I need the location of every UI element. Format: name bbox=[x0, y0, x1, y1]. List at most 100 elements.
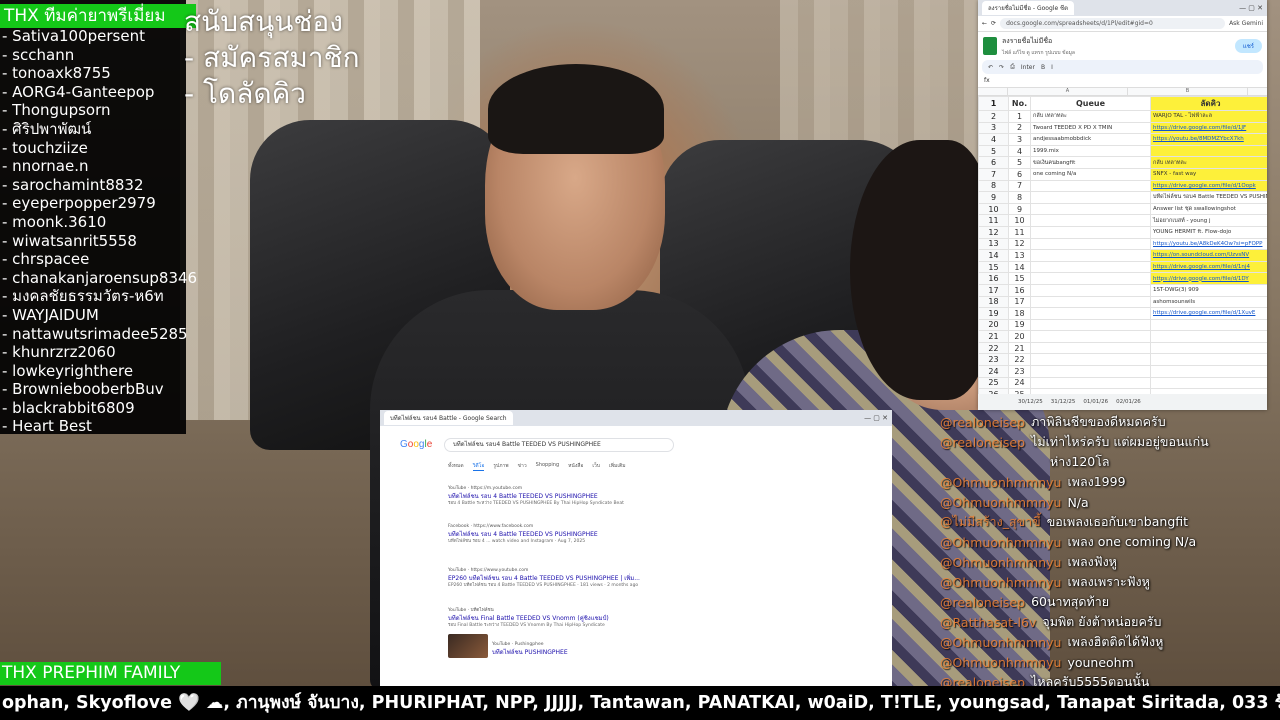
sheet-row[interactable]: 23 22 bbox=[978, 353, 1267, 367]
italic-icon[interactable]: I bbox=[1051, 64, 1053, 71]
sheet-row[interactable]: 11 10 ไม่อยากเบสท์ - young j bbox=[978, 214, 1267, 227]
cell-queue[interactable] bbox=[1030, 330, 1151, 343]
cell-no[interactable]: 20 bbox=[1008, 330, 1031, 343]
ask-gemini-button[interactable]: Ask Gemini bbox=[1229, 20, 1263, 27]
sheet-row[interactable]: 7 6 one coming N/a SNFX - fast way bbox=[978, 167, 1267, 181]
cell-song[interactable] bbox=[1150, 365, 1267, 378]
cell-song[interactable]: YOUNG HERMIT ft. Flow-dojo bbox=[1150, 225, 1267, 239]
cell-no[interactable]: 10 bbox=[1008, 214, 1031, 227]
cell-no[interactable]: 8 bbox=[1008, 191, 1031, 204]
cell-no[interactable]: 6 bbox=[1008, 167, 1031, 181]
cell-song[interactable]: ไม่อยากเบสท์ - young j bbox=[1150, 214, 1267, 227]
cell-queue[interactable]: Twoard TEEDED X PD X TMIN bbox=[1030, 121, 1151, 135]
cell-song[interactable]: https://youtu.be/8MDMZYbcX7kh bbox=[1150, 133, 1267, 146]
redo-icon[interactable]: ↷ bbox=[999, 64, 1004, 71]
result-title[interactable]: บทีดไฟล์ชน รอบ 4 Battle TEEDED VS PUSHIN… bbox=[448, 491, 668, 501]
sheet-row[interactable]: 12 11 YOUNG HERMIT ft. Flow-dojo bbox=[978, 225, 1267, 239]
sheet-row[interactable]: 4 3 andjessaabmobbdick https://youtu.be/8MD… bbox=[978, 133, 1267, 146]
sheet-row[interactable]: 18 17 ashomsounwils bbox=[978, 295, 1267, 309]
cell-song[interactable]: https://drive.google.com/file/d/1Oopk bbox=[1150, 179, 1267, 193]
back-icon[interactable]: ← bbox=[982, 20, 987, 27]
sheet-row[interactable]: 19 18 https://drive.google.com/file/d/1Xuv… bbox=[978, 307, 1267, 320]
cell-song[interactable]: กลับ เทลาทละ bbox=[1150, 156, 1267, 169]
sheet-row[interactable]: 21 20 bbox=[978, 330, 1267, 343]
cell-queue[interactable] bbox=[1030, 179, 1151, 193]
search-result[interactable]: YouTube · https://m.youtube.com บทีดไฟล์ช… bbox=[448, 486, 668, 507]
cell-no[interactable]: 19 bbox=[1008, 318, 1031, 332]
cell-song[interactable]: https://youtu.be/A8kDeK4Ow?si=pFOPP bbox=[1150, 237, 1267, 251]
google-tab[interactable]: หนังสือ bbox=[568, 462, 583, 471]
cell-song[interactable] bbox=[1150, 376, 1267, 390]
cell-no[interactable]: 4 bbox=[1008, 144, 1031, 158]
cell-song[interactable]: https://drive.google.com/file/d/1DY bbox=[1150, 272, 1267, 285]
cell-no[interactable]: 12 bbox=[1008, 237, 1031, 251]
header-song[interactable]: ลัดคิว bbox=[1150, 96, 1267, 111]
cell-queue[interactable]: ขอเงินคนbangfit bbox=[1030, 156, 1151, 169]
google-tab[interactable]: เว็บ bbox=[592, 462, 600, 471]
google-tab[interactable]: วิดีโอ bbox=[472, 462, 485, 471]
cell-no[interactable]: 23 bbox=[1008, 365, 1031, 378]
cell-no[interactable]: 18 bbox=[1008, 307, 1031, 320]
cell-no[interactable]: 9 bbox=[1008, 202, 1031, 216]
cell-no[interactable]: 15 bbox=[1008, 272, 1031, 285]
video-thumbnail[interactable] bbox=[448, 634, 488, 658]
result-title[interactable]: EP260 บทีดไฟล์ชน รอบ 4 Battle TEEDED VS … bbox=[448, 573, 668, 583]
sheet-row[interactable]: 13 12 https://youtu.be/A8kDeK4Ow?si=pFOPP bbox=[978, 237, 1267, 251]
cell-no[interactable]: 7 bbox=[1008, 179, 1031, 193]
cell-no[interactable]: 21 bbox=[1008, 341, 1031, 355]
spreadsheet-window[interactable]: ลงรายชื่อไม่มีชื่อ - Google ชีต — ▢ ✕ ← … bbox=[978, 0, 1267, 410]
window-controls[interactable]: — ▢ ✕ bbox=[864, 414, 888, 422]
formula-bar[interactable]: fx bbox=[978, 74, 1267, 88]
cell-song[interactable]: ashomsounwils bbox=[1150, 295, 1267, 309]
window-controls[interactable]: — ▢ ✕ bbox=[1239, 4, 1263, 12]
header-no[interactable]: No. bbox=[1008, 96, 1031, 111]
reload-icon[interactable]: ⟳ bbox=[991, 20, 996, 27]
sheet-menu[interactable]: ไฟล์ แก้ไข ดู แทรก รูปแบบ ข้อมูล bbox=[1002, 49, 1075, 57]
font-select[interactable]: Inter bbox=[1021, 64, 1035, 71]
result-title[interactable]: บทีดไฟล์ชน Final Battle TEEDED VS Vnomm … bbox=[448, 613, 668, 623]
cell-song[interactable]: https://on.soundcloud.com/UzvsNV bbox=[1150, 249, 1267, 262]
sheet-tab[interactable]: 01/01/26 bbox=[1083, 399, 1108, 405]
cell-queue[interactable] bbox=[1030, 365, 1151, 378]
sheet-row[interactable]: 3 2 Twoard TEEDED X PD X TMIN https://drive… bbox=[978, 121, 1267, 135]
google-search-window[interactable]: บทีดไฟล์ชน รอบ4 Battle - Google Search —… bbox=[380, 410, 892, 686]
print-icon[interactable]: ⎙ bbox=[1010, 63, 1015, 71]
sheet-row[interactable]: 24 23 bbox=[978, 365, 1267, 378]
cell-no[interactable]: 3 bbox=[1008, 133, 1031, 146]
cell-song[interactable]: https://drive.google.com/file/d/1nj4 bbox=[1150, 260, 1267, 274]
cell-queue[interactable] bbox=[1030, 318, 1151, 332]
cell-no[interactable]: 2 bbox=[1008, 121, 1031, 135]
cell-queue[interactable]: andjessaabmobbdick bbox=[1030, 133, 1151, 146]
sheet-row[interactable]: 25 24 bbox=[978, 376, 1267, 390]
undo-icon[interactable]: ↶ bbox=[988, 64, 993, 71]
sheet-row[interactable]: 6 5 ขอเงินคนbangfit กลับ เทลาทละ bbox=[978, 156, 1267, 169]
cell-queue[interactable] bbox=[1030, 295, 1151, 309]
cell-queue[interactable] bbox=[1030, 225, 1151, 239]
cell-no[interactable]: 11 bbox=[1008, 225, 1031, 239]
share-button[interactable]: แชร์ bbox=[1234, 39, 1262, 53]
sheet-row[interactable]: 9 8 บทีดไฟล์ชน รอบ4 Battle TEEDED VS PUSHI… bbox=[978, 191, 1267, 204]
sheet-title[interactable]: ลงรายชื่อไม่มีชื่อ bbox=[1002, 36, 1075, 47]
sheet-row[interactable]: 5 4 1999.mix bbox=[978, 144, 1267, 158]
cell-song[interactable] bbox=[1150, 144, 1267, 158]
cell-queue[interactable] bbox=[1030, 191, 1151, 204]
cell-queue[interactable]: one coming N/a bbox=[1030, 167, 1151, 181]
cell-song[interactable]: WARJO TAL - ไฟฟ้าละล bbox=[1150, 110, 1267, 123]
cell-song[interactable]: https://drive.google.com/file/d/1XuvE bbox=[1150, 307, 1267, 320]
google-tab[interactable]: Shopping bbox=[536, 462, 559, 471]
google-tab[interactable]: ทั้งหมด bbox=[448, 462, 464, 471]
google-tab[interactable]: เพิ่มเติม bbox=[609, 462, 626, 471]
url-input[interactable]: docs.google.com/spreadsheets/d/1Pl/edit#… bbox=[1000, 18, 1226, 29]
sheet-row[interactable]: 16 15 https://drive.google.com/file/d/1DY bbox=[978, 272, 1267, 285]
result-title[interactable]: บทีดไฟล์ชน PUSHINGPHEE bbox=[492, 647, 712, 657]
cell-queue[interactable] bbox=[1030, 272, 1151, 285]
sheet-tab[interactable]: 31/12/25 bbox=[1051, 399, 1076, 405]
cell-no[interactable]: 16 bbox=[1008, 283, 1031, 297]
sheet-tab[interactable]: 02/01/26 bbox=[1116, 399, 1141, 405]
cell-song[interactable] bbox=[1150, 353, 1267, 367]
cell-song[interactable]: SNFX - fast way bbox=[1150, 167, 1267, 181]
sheet-row[interactable]: 15 14 https://drive.google.com/file/d/1nj4 bbox=[978, 260, 1267, 274]
cell-queue[interactable] bbox=[1030, 214, 1151, 227]
cell-song[interactable] bbox=[1150, 330, 1267, 343]
sheet-tab[interactable]: 30/12/25 bbox=[1018, 399, 1043, 405]
